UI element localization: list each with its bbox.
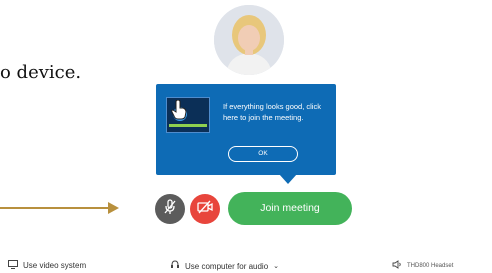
audio-source-dropdown[interactable]: Use computer for audio ⌄ <box>170 260 279 272</box>
speaker-selector[interactable]: THD800 Headset <box>392 260 453 271</box>
audio-source-label: Use computer for audio <box>185 261 269 271</box>
join-tooltip: If everything looks good, click here to … <box>156 84 336 175</box>
audio-connection-icon <box>170 260 185 272</box>
join-meeting-button[interactable]: Join meeting <box>228 192 352 225</box>
headset-label: THD800 Headset <box>407 262 454 269</box>
monitor-icon <box>8 260 23 271</box>
tooltip-message: If everything looks good, click here to … <box>223 102 321 122</box>
tooltip-pointer <box>279 174 297 184</box>
annotation-arrow-head <box>108 202 119 214</box>
avatar <box>214 5 284 75</box>
mute-button[interactable] <box>155 194 185 224</box>
use-video-system-button[interactable]: Use video system <box>8 260 86 271</box>
microphone-muted-icon <box>163 198 177 220</box>
ok-button[interactable]: OK <box>228 146 298 162</box>
chevron-down-icon: ⌄ <box>273 263 280 270</box>
bottom-bar: Use video system Use computer for audio … <box>0 256 492 273</box>
use-video-system-label: Use video system <box>23 261 87 270</box>
speaker-icon <box>392 260 407 271</box>
video-button[interactable] <box>190 194 220 224</box>
instruction-text: o device. <box>0 62 82 83</box>
pointer-hand-icon <box>170 99 188 125</box>
video-off-icon <box>197 200 213 219</box>
annotation-arrow <box>0 207 110 209</box>
